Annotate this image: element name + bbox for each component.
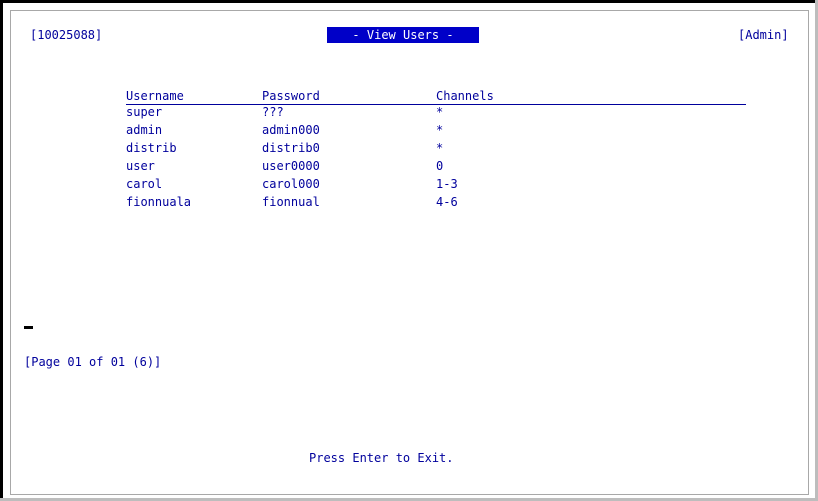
username-cell: super: [126, 105, 163, 119]
column-header-channels: Channels: [436, 89, 494, 103]
password-cell: carol000: [262, 177, 320, 191]
channels-cell: *: [436, 123, 444, 137]
window-frame: [10025088] - View Users - [Admin] Userna…: [0, 0, 818, 501]
channels-cell: *: [436, 105, 444, 119]
username-cell: carol: [126, 177, 163, 191]
password-cell: fionnual: [262, 195, 320, 209]
page-indicator: [Page 01 of 01 (6)]: [24, 355, 162, 369]
device-serial: [10025088]: [30, 28, 103, 42]
column-header-password: Password: [262, 89, 320, 103]
screen-title: - View Users -: [327, 27, 479, 43]
channels-cell: 4-6: [436, 195, 458, 209]
text-cursor: [24, 326, 33, 329]
username-cell: fionnuala: [126, 195, 192, 209]
column-header-username: Username: [126, 89, 184, 103]
password-cell: distrib0: [262, 141, 320, 155]
password-cell: ???: [262, 105, 284, 119]
username-cell: distrib: [126, 141, 177, 155]
channels-cell: 1-3: [436, 177, 458, 191]
frame-border-top: [0, 0, 818, 3]
password-cell: user0000: [262, 159, 320, 173]
exit-prompt: Press Enter to Exit.: [309, 451, 454, 465]
username-cell: user: [126, 159, 155, 173]
terminal-screen[interactable]: [10025088] - View Users - [Admin] Userna…: [10, 10, 809, 495]
password-cell: admin000: [262, 123, 320, 137]
user-role: [Admin]: [738, 28, 789, 42]
channels-cell: 0: [436, 159, 444, 173]
frame-border-left: [0, 0, 3, 501]
channels-cell: *: [436, 141, 444, 155]
username-cell: admin: [126, 123, 163, 137]
